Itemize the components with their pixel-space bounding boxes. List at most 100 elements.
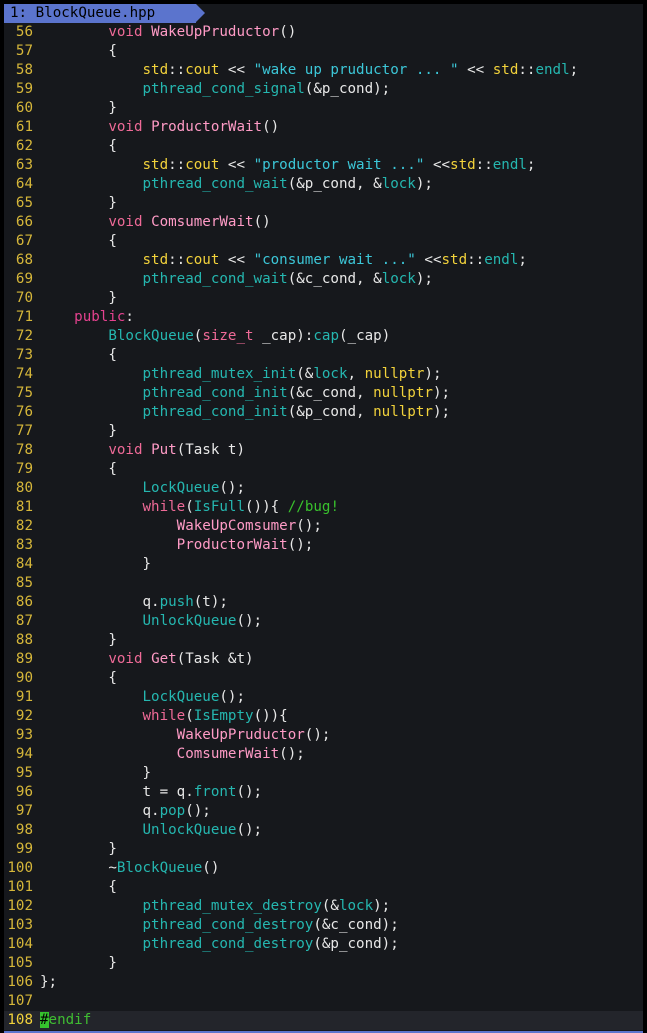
line-code[interactable]: q.push(t);	[33, 593, 227, 612]
code-line[interactable]: 75 pthread_cond_init(&c_cond, nullptr);	[4, 384, 643, 403]
code-line[interactable]: 93 WakeUpPruductor();	[4, 726, 643, 745]
code-line[interactable]: 107	[4, 992, 643, 1011]
code-line[interactable]: 94 ComsumerWait();	[4, 745, 643, 764]
code-line[interactable]: 83 ProductorWait();	[4, 536, 643, 555]
code-line[interactable]: 63 std::cout << "productor wait ..." <<s…	[4, 156, 643, 175]
code-line[interactable]: 70 }	[4, 289, 643, 308]
code-line[interactable]: 90 {	[4, 669, 643, 688]
code-line[interactable]: 96 t = q.front();	[4, 783, 643, 802]
code-line[interactable]: 73 {	[4, 346, 643, 365]
line-code[interactable]: pthread_cond_init(&c_cond, nullptr);	[33, 384, 451, 403]
code-line[interactable]: 92 while(IsEmpty()){	[4, 707, 643, 726]
line-code[interactable]: }	[33, 764, 151, 783]
code-line[interactable]: 104 pthread_cond_destroy(&p_cond);	[4, 935, 643, 954]
line-code[interactable]: while(IsFull()){ //bug!	[33, 498, 339, 517]
code-line[interactable]: 58 std::cout << "wake up pruductor ... "…	[4, 61, 643, 80]
code-line[interactable]: 105 }	[4, 954, 643, 973]
line-code[interactable]	[33, 574, 40, 593]
line-code[interactable]: {	[33, 137, 117, 156]
code-line[interactable]: 74 pthread_mutex_init(&lock, nullptr);	[4, 365, 643, 384]
code-line[interactable]: 108 #endif	[4, 1011, 643, 1030]
code-line[interactable]: 91 LockQueue();	[4, 688, 643, 707]
code-line[interactable]: 95 }	[4, 764, 643, 783]
code-line[interactable]: 71 public:	[4, 308, 643, 327]
line-code[interactable]: t = q.front();	[33, 783, 262, 802]
line-code[interactable]: BlockQueue(size_t _cap):cap(_cap)	[33, 327, 390, 346]
line-code[interactable]: while(IsEmpty()){	[33, 707, 288, 726]
code-line[interactable]: 100 ~BlockQueue()	[4, 859, 643, 878]
line-code[interactable]: }	[33, 840, 117, 859]
line-code[interactable]: }	[33, 422, 117, 441]
line-code[interactable]: };	[33, 973, 57, 992]
code-line[interactable]: 59 pthread_cond_signal(&p_cond);	[4, 80, 643, 99]
line-code[interactable]: void ProductorWait()	[33, 118, 279, 137]
line-code[interactable]: {	[33, 346, 117, 365]
line-code[interactable]: void ComsumerWait()	[33, 213, 270, 232]
code-line[interactable]: 77 }	[4, 422, 643, 441]
line-code[interactable]: pthread_cond_init(&p_cond, nullptr);	[33, 403, 451, 422]
line-code[interactable]: }	[33, 631, 117, 650]
code-line[interactable]: 76 pthread_cond_init(&p_cond, nullptr);	[4, 403, 643, 422]
line-code[interactable]: WakeUpComsumer();	[33, 517, 322, 536]
line-code[interactable]: }	[33, 555, 151, 574]
code-line[interactable]: 81 while(IsFull()){ //bug!	[4, 498, 643, 517]
line-code[interactable]: ProductorWait();	[33, 536, 314, 555]
line-code[interactable]: }	[33, 954, 117, 973]
code-lines[interactable]: 56 void WakeUpPruductor() 57 {58 std::cou…	[4, 23, 643, 1030]
line-code[interactable]: pthread_cond_wait(&c_cond, &lock);	[33, 270, 433, 289]
code-line[interactable]: 65 }	[4, 194, 643, 213]
code-line[interactable]: 89 void Get(Task &t)	[4, 650, 643, 669]
line-code[interactable]: std::cout << "productor wait ..." <<std:…	[33, 156, 536, 175]
code-line[interactable]: 60 }	[4, 99, 643, 118]
line-code[interactable]: public:	[33, 308, 134, 327]
line-code[interactable]: pthread_mutex_destroy(&lock);	[33, 897, 391, 916]
line-code[interactable]: pthread_cond_wait(&p_cond, &lock);	[33, 175, 433, 194]
code-line[interactable]: 64 pthread_cond_wait(&p_cond, &lock);	[4, 175, 643, 194]
line-code[interactable]: {	[33, 669, 117, 688]
line-code[interactable]	[33, 992, 40, 1011]
code-line[interactable]: 97 q.pop();	[4, 802, 643, 821]
code-line[interactable]: 85	[4, 574, 643, 593]
code-line[interactable]: 56 void WakeUpPruductor()	[4, 23, 643, 42]
code-line[interactable]: 88 }	[4, 631, 643, 650]
code-line[interactable]: 68 std::cout << "consumer wait ..." <<st…	[4, 251, 643, 270]
code-line[interactable]: 80 LockQueue();	[4, 479, 643, 498]
line-code[interactable]: {	[33, 460, 117, 479]
code-line[interactable]: 72 BlockQueue(size_t _cap):cap(_cap)	[4, 327, 643, 346]
line-code[interactable]: #endif	[33, 1011, 91, 1030]
code-line[interactable]: 87 UnlockQueue();	[4, 612, 643, 631]
line-code[interactable]: pthread_cond_destroy(&c_cond);	[33, 916, 399, 935]
code-line[interactable]: 102 pthread_mutex_destroy(&lock);	[4, 897, 643, 916]
code-line[interactable]: 103 pthread_cond_destroy(&c_cond);	[4, 916, 643, 935]
line-code[interactable]: LockQueue();	[33, 688, 246, 707]
line-code[interactable]: void Put(Task t)	[33, 441, 245, 460]
line-code[interactable]: pthread_cond_signal(&p_cond);	[33, 80, 391, 99]
line-code[interactable]: void Get(Task &t)	[33, 650, 253, 669]
line-code[interactable]: WakeUpPruductor();	[33, 726, 331, 745]
code-line[interactable]: 67 {	[4, 232, 643, 251]
code-line[interactable]: 78 void Put(Task t)	[4, 441, 643, 460]
line-code[interactable]: std::cout << "consumer wait ..." <<std::…	[33, 251, 527, 270]
line-code[interactable]: std::cout << "wake up pruductor ... " <<…	[33, 61, 579, 80]
code-line[interactable]: 98 UnlockQueue();	[4, 821, 643, 840]
code-line[interactable]: 61 void ProductorWait()	[4, 118, 643, 137]
code-line[interactable]: 106};	[4, 973, 643, 992]
line-code[interactable]: ComsumerWait();	[33, 745, 305, 764]
code-line[interactable]: 86 q.push(t);	[4, 593, 643, 612]
line-code[interactable]: ~BlockQueue()	[33, 859, 219, 878]
line-code[interactable]: {	[33, 878, 117, 897]
code-line[interactable]: 101 {	[4, 878, 643, 897]
line-code[interactable]: }	[33, 289, 117, 308]
code-line[interactable]: 79 {	[4, 460, 643, 479]
code-line[interactable]: 69 pthread_cond_wait(&c_cond, &lock);	[4, 270, 643, 289]
code-line[interactable]: 82 WakeUpComsumer();	[4, 517, 643, 536]
line-code[interactable]: pthread_mutex_init(&lock, nullptr);	[33, 365, 442, 384]
line-code[interactable]: }	[33, 99, 117, 118]
line-code[interactable]: {	[33, 232, 117, 251]
code-line[interactable]: 84 }	[4, 555, 643, 574]
code-line[interactable]: 99 }	[4, 840, 643, 859]
line-code[interactable]: void WakeUpPruductor()	[33, 23, 296, 42]
code-line[interactable]: 66 void ComsumerWait()	[4, 213, 643, 232]
line-code[interactable]: {	[33, 42, 117, 61]
line-code[interactable]: UnlockQueue();	[33, 612, 263, 631]
